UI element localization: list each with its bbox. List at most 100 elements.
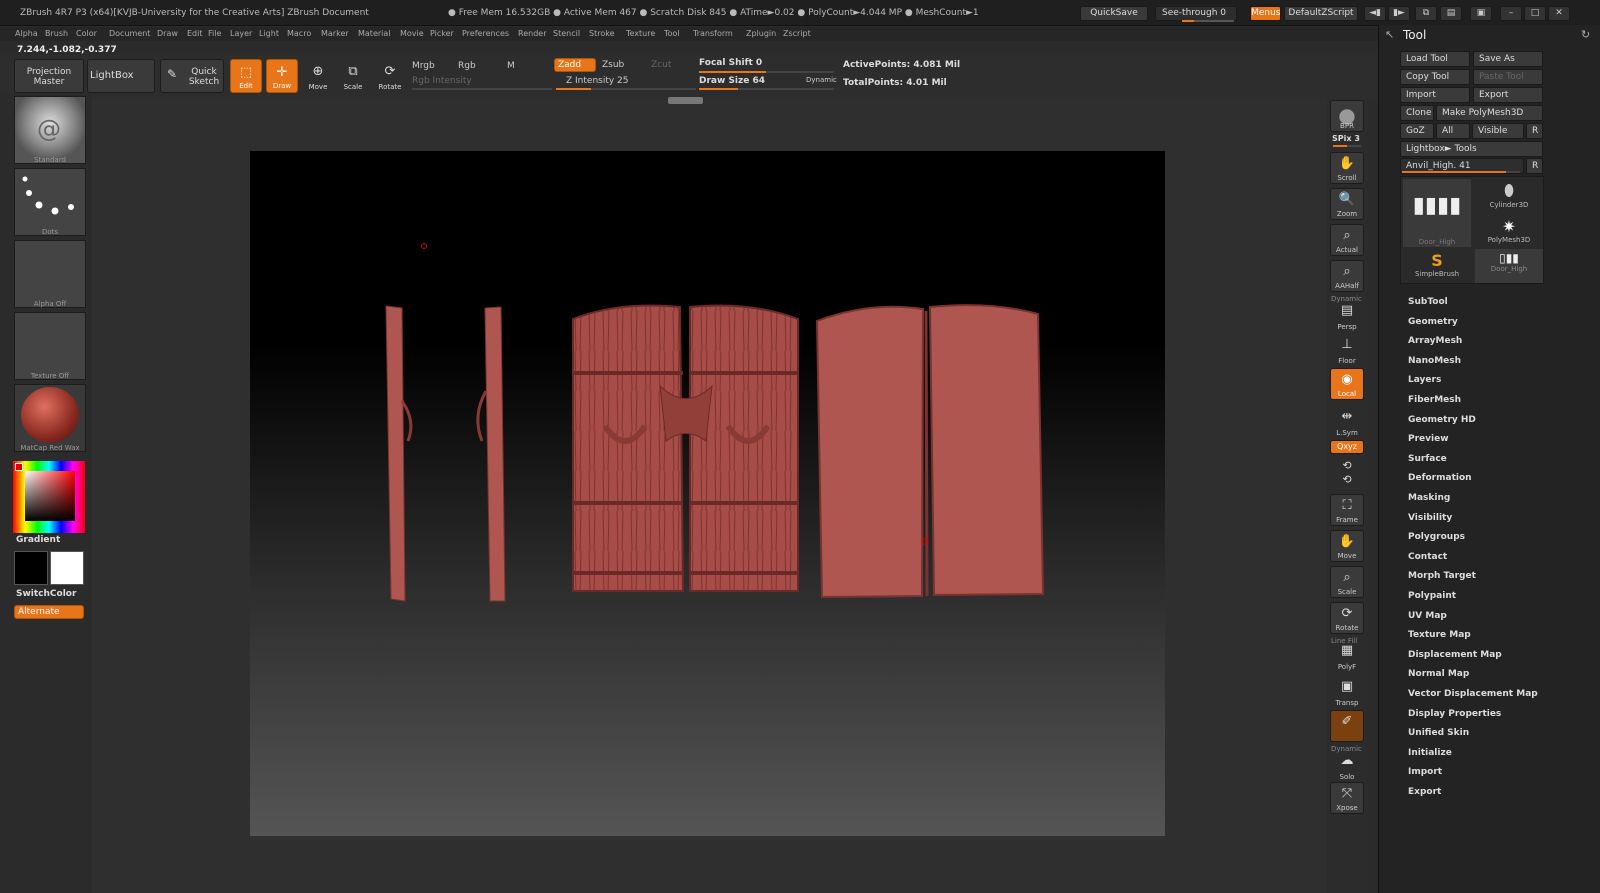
menu-file[interactable]: File	[208, 29, 221, 38]
make-polymesh3d-button[interactable]: Make PolyMesh3D	[1436, 105, 1543, 121]
menu-marker[interactable]: Marker	[321, 29, 349, 38]
draw-button[interactable]: ✛ Draw	[266, 59, 298, 93]
lightbox-tools-button[interactable]: Lightbox► Tools	[1400, 141, 1543, 157]
maximize-icon[interactable]: □	[1524, 6, 1546, 21]
default-zscript-button[interactable]: DefaultZScript	[1284, 6, 1358, 21]
zadd-button[interactable]: Zadd	[554, 58, 596, 72]
quicksave-button[interactable]: QuickSave	[1080, 6, 1148, 21]
gradient-label[interactable]: Gradient	[16, 535, 60, 545]
close-icon[interactable]: ✕	[1548, 6, 1570, 21]
menu-light[interactable]: Light	[259, 29, 279, 38]
door-back-plain[interactable]	[815, 304, 1045, 599]
layout-left-icon[interactable]: ◄▮	[1364, 6, 1386, 21]
horizontal-scroll-handle[interactable]	[668, 97, 703, 104]
tool-section-vector-displacement-map[interactable]: Vector Displacement Map	[1408, 689, 1538, 699]
menu-zplugin[interactable]: Zplugin	[746, 29, 776, 38]
tool-section-arraymesh[interactable]: ArrayMesh	[1408, 336, 1462, 346]
move-mode-button[interactable]: ⊕ Move	[302, 59, 334, 93]
export-tool-button[interactable]: Export	[1473, 87, 1543, 103]
frame-button[interactable]: ⛶ Frame	[1330, 494, 1364, 526]
lock-icon[interactable]: ▣	[1470, 6, 1492, 21]
menu-tool[interactable]: Tool	[664, 29, 680, 38]
zoom-button[interactable]: 🔍 Zoom	[1330, 188, 1364, 220]
solo-button[interactable]: ☁ Solo	[1330, 750, 1364, 782]
windows-icon[interactable]: ⧉	[1415, 6, 1437, 21]
goz-visible-button[interactable]: Visible	[1472, 123, 1524, 139]
zsub-button[interactable]: Zsub	[602, 60, 624, 70]
quick-sketch-button[interactable]: ✎ Quick Sketch	[160, 59, 224, 93]
tool-section-export[interactable]: Export	[1408, 787, 1441, 797]
tool-thumb-door-high-2[interactable]: ▯▮▮ Door_High	[1475, 249, 1543, 283]
menu-movie[interactable]: Movie	[400, 29, 424, 38]
menu-material[interactable]: Material	[358, 29, 391, 38]
texture-thumbnail[interactable]: Texture Off	[14, 312, 86, 380]
z-intensity-slider[interactable]: Z Intensity 25	[566, 76, 629, 86]
secondary-color-swatch[interactable]	[50, 551, 84, 585]
persp-button[interactable]: ▤ Persp	[1330, 300, 1364, 332]
rgb-button[interactable]: Rgb	[458, 61, 476, 71]
aahalf-button[interactable]: ⌕ AAHalf	[1330, 260, 1364, 292]
menu-alpha[interactable]: Alpha	[15, 29, 38, 38]
tool-section-display-properties[interactable]: Display Properties	[1408, 709, 1501, 719]
tool-section-geometry-hd[interactable]: Geometry HD	[1408, 415, 1476, 425]
document-viewport[interactable]	[250, 151, 1165, 836]
projection-master-button[interactable]: Projection Master	[14, 59, 84, 93]
menu-color[interactable]: Color	[76, 29, 97, 38]
menu-render[interactable]: Render	[518, 29, 546, 38]
menu-draw[interactable]: Draw	[157, 29, 178, 38]
menu-stroke[interactable]: Stroke	[589, 29, 615, 38]
alternate-button[interactable]: Alternate	[14, 605, 84, 619]
main-color-swatch[interactable]	[14, 551, 48, 585]
menu-edit[interactable]: Edit	[187, 29, 203, 38]
polyf-button[interactable]: ▦ PolyF	[1330, 640, 1364, 672]
tool-section-texture-map[interactable]: Texture Map	[1408, 630, 1471, 640]
goz-r-button[interactable]: R	[1526, 123, 1543, 139]
tool-thumb-cylinder3d[interactable]: ⬮ Cylinder3D	[1475, 179, 1543, 213]
tool-section-normal-map[interactable]: Normal Map	[1408, 669, 1469, 679]
tool-section-layers[interactable]: Layers	[1408, 375, 1441, 385]
tool-section-deformation[interactable]: Deformation	[1408, 473, 1472, 483]
tool-section-subtool[interactable]: SubTool	[1408, 297, 1448, 307]
see-through-slider[interactable]: See-through 0	[1155, 6, 1237, 21]
scale-view-button[interactable]: ⌕ Scale	[1330, 566, 1364, 598]
import-tool-button[interactable]: Import	[1400, 87, 1470, 103]
menu-brush[interactable]: Brush	[45, 29, 68, 38]
door-side-left[interactable]	[385, 305, 413, 602]
dynamic-toggle[interactable]: Dynamic	[806, 76, 837, 84]
menu-preferences[interactable]: Preferences	[462, 29, 509, 38]
menus-button[interactable]: Menus	[1250, 6, 1281, 21]
tool-section-contact[interactable]: Contact	[1408, 552, 1447, 562]
goz-button[interactable]: GoZ	[1400, 123, 1434, 139]
qxyz-button[interactable]: Qxyz	[1330, 440, 1364, 454]
bpr-button[interactable]: ● BPR	[1330, 100, 1364, 132]
zcut-button[interactable]: Zcut	[651, 60, 671, 70]
tool-section-nanomesh[interactable]: NanoMesh	[1408, 356, 1461, 366]
tool-section-preview[interactable]: Preview	[1408, 434, 1449, 444]
scale-mode-button[interactable]: ⧉ Scale	[337, 59, 369, 93]
door-side-right[interactable]	[476, 306, 506, 602]
tool-section-unified-skin[interactable]: Unified Skin	[1408, 728, 1469, 738]
menu-layer[interactable]: Layer	[230, 29, 252, 38]
rotate-view-button[interactable]: ⟳ Rotate	[1330, 602, 1364, 634]
minimize-icon[interactable]: –	[1500, 6, 1522, 21]
menu-document[interactable]: Document	[109, 29, 150, 38]
tool-thumb-polymesh3d[interactable]: ✷ PolyMesh3D	[1475, 215, 1543, 249]
tool-thumb-door-high[interactable]: ▮▮▮▮ Door_High	[1403, 179, 1471, 247]
door-meshes[interactable]	[250, 151, 1165, 836]
spix-slider[interactable]: SPix 3	[1332, 134, 1360, 143]
tool-section-fibermesh[interactable]: FiberMesh	[1408, 395, 1461, 405]
tool-r-button[interactable]: R	[1526, 158, 1543, 174]
tool-section-morph-target[interactable]: Morph Target	[1408, 571, 1476, 581]
stroke-thumbnail[interactable]: Dots	[14, 168, 86, 236]
actual-button[interactable]: ⌕ Actual	[1330, 224, 1364, 256]
menu-transform[interactable]: Transform	[693, 29, 733, 38]
door-front-detailed[interactable]	[572, 304, 799, 592]
mrgb-button[interactable]: Mrgb	[412, 61, 435, 71]
tool-section-masking[interactable]: Masking	[1408, 493, 1450, 503]
rgb-intensity-slider[interactable]: Rgb Intensity	[412, 76, 472, 86]
tool-section-import[interactable]: Import	[1408, 767, 1442, 777]
tool-section-displacement-map[interactable]: Displacement Map	[1408, 650, 1502, 660]
copy-tool-button[interactable]: Copy Tool	[1400, 69, 1470, 85]
alpha-thumbnail[interactable]: Alpha Off	[14, 240, 86, 308]
menu-zscript[interactable]: Zscript	[783, 29, 811, 38]
